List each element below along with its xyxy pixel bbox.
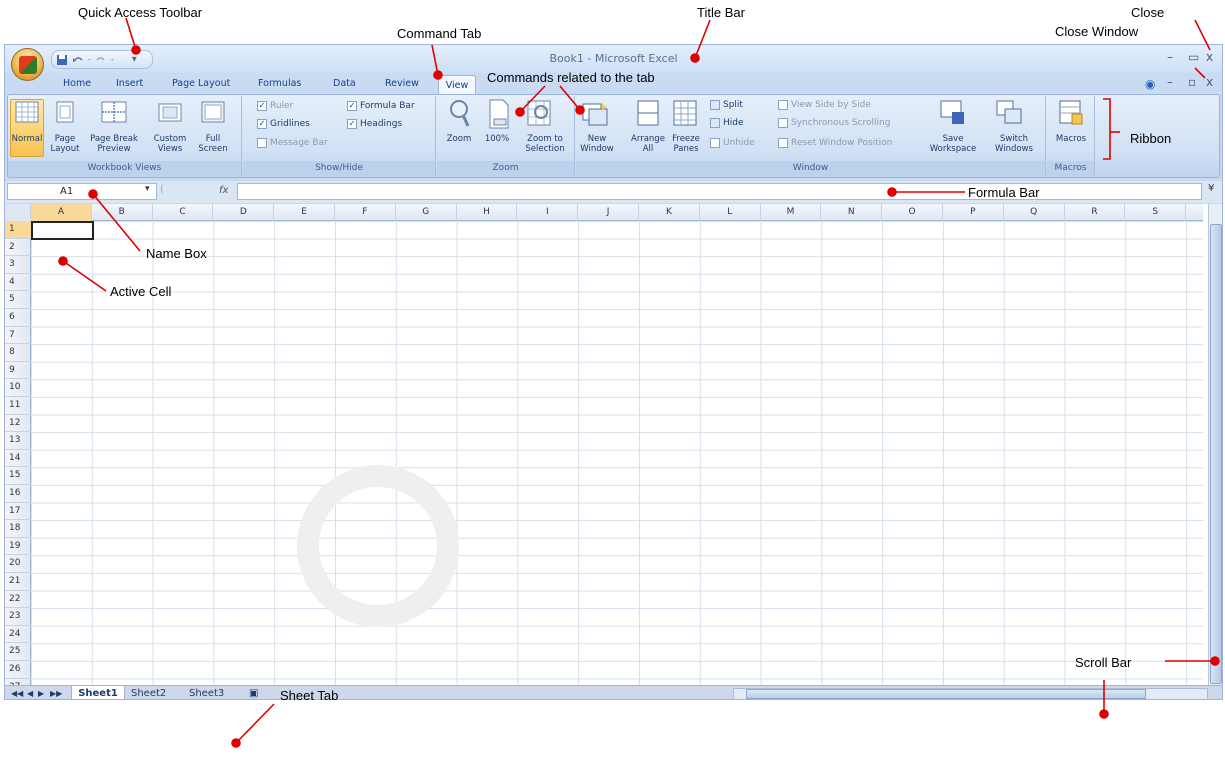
label-sheet-tab: Sheet Tab bbox=[280, 688, 339, 703]
label-name-box: Name Box bbox=[146, 246, 207, 261]
annotation-lines bbox=[58, 17, 1220, 748]
label-ribbon: Ribbon bbox=[1130, 131, 1172, 146]
label-active-cell: Active Cell bbox=[110, 284, 172, 299]
office-button[interactable] bbox=[11, 48, 44, 81]
label-close-window: Close Window bbox=[1055, 24, 1139, 39]
office-logo-icon bbox=[18, 55, 37, 74]
label-close: Close bbox=[1131, 5, 1165, 20]
label-quick-access-toolbar: Quick Access Toolbar bbox=[78, 5, 203, 20]
label-commands-related: Commands related to the tab bbox=[487, 70, 655, 85]
label-title-bar: Title Bar bbox=[697, 5, 745, 20]
label-formula-bar: Formula Bar bbox=[968, 185, 1040, 200]
label-command-tab: Command Tab bbox=[397, 26, 482, 41]
label-scroll-bar: Scroll Bar bbox=[1075, 655, 1132, 670]
